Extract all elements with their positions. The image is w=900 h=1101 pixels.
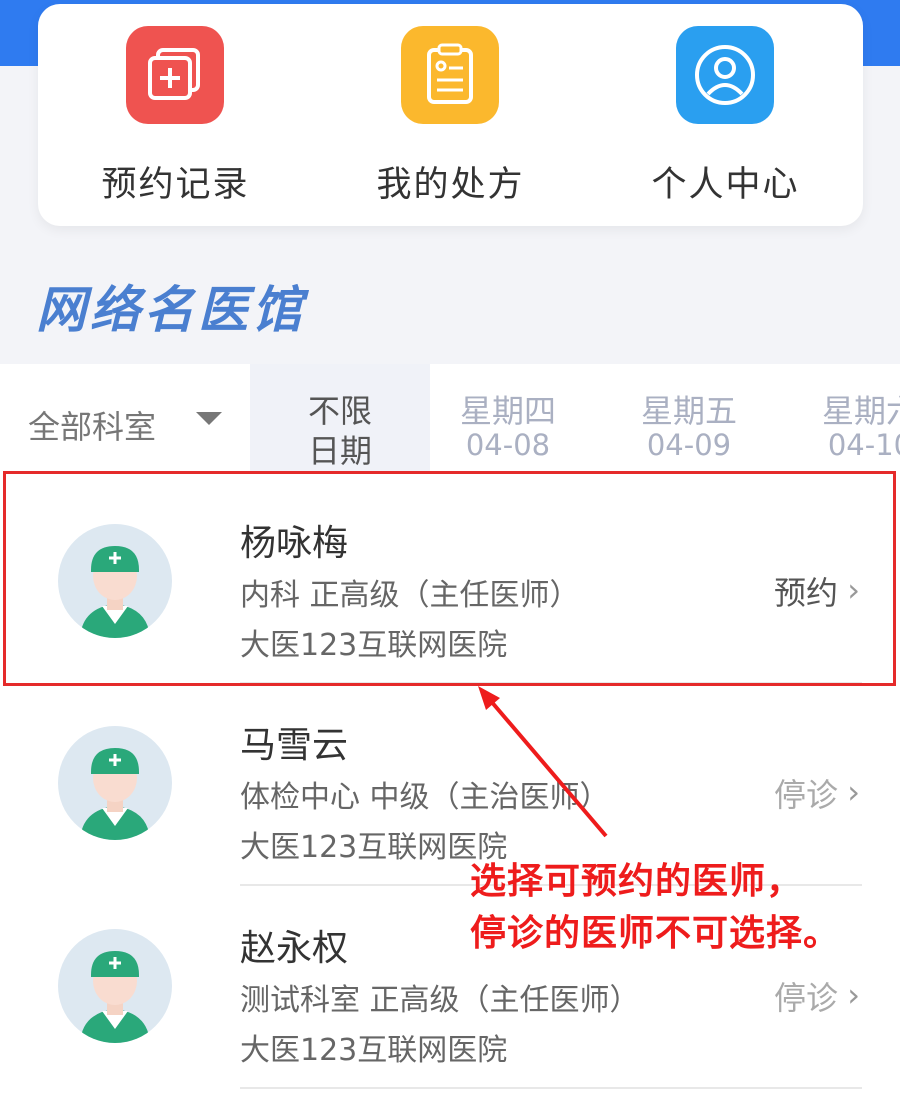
annotation-text: 选择可预约的医师， 停诊的医师不可选择。 bbox=[470, 856, 840, 960]
annotation-line: 停诊的医师不可选择。 bbox=[470, 913, 841, 954]
annotation-line: 选择可预约的医师， bbox=[470, 861, 804, 902]
